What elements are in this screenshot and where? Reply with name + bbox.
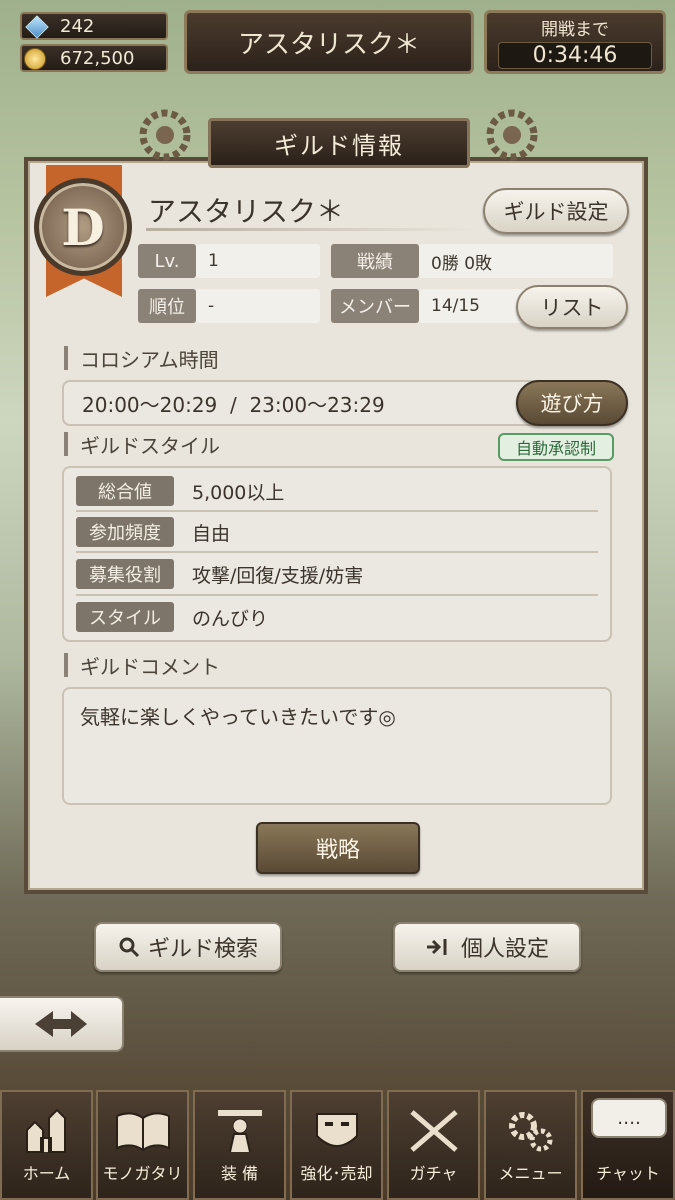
chat-bubble-icon: ….: [591, 1098, 667, 1138]
rank-letter: D: [61, 197, 105, 257]
howto-button[interactable]: 遊び方: [516, 380, 628, 426]
style-row-label: スタイル: [76, 602, 174, 632]
nav-label: チャット: [596, 1164, 660, 1183]
nav-label: メニュー: [498, 1164, 563, 1183]
style-row: 募集役割 攻撃/回復/支援/妨害: [76, 559, 596, 589]
style-row-value: 自由: [192, 522, 231, 545]
panel-title: ギルド情報: [274, 131, 404, 160]
nav-home[interactable]: ホーム: [0, 1090, 93, 1200]
gear-ornament-left: [139, 109, 191, 161]
puppet-icon: [217, 1110, 262, 1153]
header-title: アスタリスク＊: [237, 29, 420, 60]
style-row: 総合値 5,000以上: [76, 476, 596, 506]
back-button[interactable]: [0, 996, 124, 1052]
personal-settings-button[interactable]: 個人設定: [393, 922, 581, 972]
battle-countdown: 開戦まで 0:34:46: [484, 10, 666, 74]
style-row-divider: [76, 594, 598, 596]
rank-label: 順位: [138, 289, 196, 323]
guild-style-heading: ギルドスタイル: [64, 432, 364, 458]
nav-enhance-sell[interactable]: 強化･売却: [290, 1090, 383, 1200]
guild-search-label: ギルド検索: [147, 937, 258, 962]
nav-label: モノガタリ: [102, 1164, 183, 1183]
guild-settings-button[interactable]: ギルド設定: [483, 188, 629, 234]
member-list-button[interactable]: リスト: [516, 285, 628, 329]
strategy-button[interactable]: 戦略: [256, 822, 420, 874]
nav-label: 強化･売却: [300, 1164, 373, 1183]
guild-comment-box: 気軽に楽しくやっていきたいです◎: [62, 687, 612, 805]
nav-label: ホーム: [22, 1164, 71, 1183]
gears-icon: [508, 1112, 552, 1152]
colosseum-times: 20:00〜20:29 / 23:00〜23:29: [82, 392, 385, 417]
countdown-time: 0:34:46: [497, 42, 653, 69]
nav-label: ガチャ: [409, 1164, 458, 1183]
howto-label: 遊び方: [540, 392, 604, 416]
nav-menu[interactable]: メニュー: [484, 1090, 577, 1200]
auto-approve-text: 自動承認制: [515, 439, 596, 458]
guild-name-underline: [146, 228, 476, 231]
record-value: 0勝 0敗: [419, 244, 613, 278]
nav-label: 装 備: [220, 1164, 259, 1183]
chat-bubble-dots: ….: [617, 1107, 641, 1129]
guild-comment-text: 気軽に楽しくやっていきたいです◎: [80, 705, 396, 729]
style-row-divider: [76, 510, 598, 512]
style-row: スタイル のんびり: [76, 602, 596, 632]
style-row: 参加頻度 自由: [76, 517, 596, 547]
gold-coin-icon: [24, 48, 46, 70]
style-row-value: 攻撃/回復/支援/妨害: [192, 564, 364, 587]
colosseum-heading: コロシアム時間: [64, 346, 364, 372]
guild-settings-label: ギルド設定: [503, 200, 609, 224]
auto-approve-badge: 自動承認制: [498, 433, 614, 461]
style-row-divider: [76, 551, 598, 553]
gold-value: 672,500: [60, 47, 135, 69]
style-row-label: 総合値: [76, 476, 174, 506]
gems-counter: 242: [20, 12, 168, 40]
level-label: Lv.: [138, 244, 196, 278]
enter-arrow-icon: [426, 939, 447, 955]
panel-title-banner: ギルド情報: [208, 118, 470, 168]
style-row-label: 参加頻度: [76, 517, 174, 547]
gold-counter: 672,500: [20, 44, 168, 72]
search-icon: [119, 937, 140, 958]
guild-name-header[interactable]: アスタリスク＊: [184, 10, 474, 74]
gem-icon: [25, 15, 49, 39]
swords-icon: [409, 1110, 458, 1152]
level-value: 1: [196, 244, 320, 278]
style-row-value: 5,000以上: [192, 481, 285, 504]
strategy-label: 戦略: [315, 838, 360, 863]
countdown-label: 開戦まで: [541, 20, 609, 40]
style-row-label: 募集役割: [76, 559, 174, 589]
mask-icon: [315, 1113, 358, 1147]
guild-comment-heading: ギルドコメント: [64, 653, 364, 679]
nav-chat[interactable]: …. チャット: [581, 1090, 675, 1200]
guild-name: アスタリスク＊: [148, 195, 345, 228]
record-label: 戦績: [331, 244, 419, 278]
guild-search-button[interactable]: ギルド検索: [94, 922, 282, 972]
book-icon: [115, 1112, 170, 1152]
gear-ornament-right: [486, 109, 538, 161]
rank-value: -: [196, 289, 320, 323]
nav-equipment[interactable]: 装 備: [193, 1090, 286, 1200]
nav-story[interactable]: モノガタリ: [96, 1090, 189, 1200]
rank-emblem: D: [34, 178, 132, 276]
back-arrow-icon: [35, 1011, 87, 1037]
gems-value: 242: [60, 15, 95, 37]
member-list-label: リスト: [540, 296, 604, 320]
member-label: メンバー: [331, 289, 419, 323]
style-row-value: のんびり: [192, 607, 269, 630]
nav-gacha[interactable]: ガチャ: [387, 1090, 480, 1200]
personal-settings-label: 個人設定: [460, 937, 549, 962]
castle-icon: [25, 1108, 66, 1153]
